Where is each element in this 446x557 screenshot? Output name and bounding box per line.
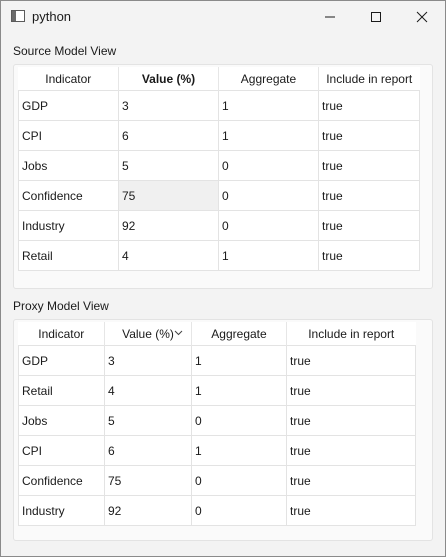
proxy-header-value-label: Value (%) — [122, 326, 174, 341]
close-icon — [416, 11, 428, 23]
table-cell[interactable]: 5 — [104, 405, 192, 436]
chevron-down-icon — [174, 330, 183, 336]
table-row[interactable]: Industry 92 0 true — [18, 210, 420, 241]
table-cell[interactable]: 6 — [118, 120, 219, 151]
minimize-icon — [325, 16, 335, 18]
table-cell[interactable]: true — [318, 210, 420, 241]
table-cell[interactable]: GDP — [18, 90, 119, 121]
proxy-table[interactable]: Indicator Value (%) Aggregate Include in… — [18, 322, 416, 526]
source-header-include[interactable]: Include in report — [318, 67, 420, 91]
table-cell[interactable]: 1 — [218, 240, 319, 271]
source-table[interactable]: Indicator Value (%) Aggregate Include in… — [18, 67, 420, 271]
table-cell[interactable]: true — [318, 120, 420, 151]
window-title: python — [32, 9, 72, 24]
table-cell[interactable]: Confidence — [18, 465, 105, 496]
table-cell[interactable]: true — [318, 150, 420, 181]
proxy-view-panel: Indicator Value (%) Aggregate Include in… — [13, 319, 433, 541]
table-cell[interactable]: 0 — [191, 495, 287, 526]
table-cell[interactable]: 0 — [218, 180, 319, 211]
table-cell[interactable]: 1 — [218, 120, 319, 151]
proxy-header-include[interactable]: Include in report — [286, 322, 416, 346]
table-cell[interactable]: CPI — [18, 435, 105, 466]
app-window: python Source Model View Indicator Value… — [0, 0, 446, 557]
table-cell[interactable]: Jobs — [18, 150, 119, 181]
title-bar[interactable]: python — [1, 1, 445, 33]
table-cell[interactable]: true — [318, 240, 420, 271]
proxy-header-value[interactable]: Value (%) — [104, 322, 192, 346]
table-cell[interactable]: CPI — [18, 120, 119, 151]
source-header-indicator[interactable]: Indicator — [18, 67, 119, 91]
proxy-header-row: Indicator Value (%) Aggregate Include in… — [18, 322, 416, 346]
table-cell[interactable]: 0 — [218, 210, 319, 241]
table-cell[interactable]: 1 — [191, 435, 287, 466]
proxy-view-title: Proxy Model View — [13, 299, 109, 313]
table-cell[interactable]: GDP — [18, 345, 105, 376]
source-header-aggregate[interactable]: Aggregate — [218, 67, 319, 91]
table-cell[interactable]: true — [286, 435, 416, 466]
table-cell[interactable]: true — [286, 375, 416, 406]
table-row[interactable]: GDP 3 1 true — [18, 90, 420, 121]
table-row[interactable]: Confidence 75 0 true — [18, 180, 420, 211]
table-cell[interactable]: Industry — [18, 210, 119, 241]
table-cell[interactable]: true — [318, 180, 420, 211]
table-cell[interactable]: 0 — [191, 465, 287, 496]
minimize-button[interactable] — [307, 1, 353, 33]
table-cell[interactable]: 6 — [104, 435, 192, 466]
source-view-title: Source Model View — [13, 44, 117, 58]
table-cell[interactable]: Jobs — [18, 405, 105, 436]
table-cell[interactable]: true — [286, 405, 416, 436]
table-cell[interactable]: 1 — [191, 375, 287, 406]
table-cell[interactable]: true — [286, 345, 416, 376]
maximize-icon — [371, 12, 381, 22]
table-cell[interactable]: true — [286, 465, 416, 496]
table-cell[interactable]: true — [318, 90, 420, 121]
table-cell[interactable]: 3 — [104, 345, 192, 376]
table-cell[interactable]: 75 — [104, 465, 192, 496]
table-cell[interactable]: Retail — [18, 240, 119, 271]
app-window-icon — [11, 10, 25, 22]
table-row[interactable]: CPI 6 1 true — [18, 120, 420, 151]
table-cell[interactable]: true — [286, 495, 416, 526]
source-view-panel: Indicator Value (%) Aggregate Include in… — [13, 64, 433, 289]
table-row[interactable]: Jobs 5 0 true — [18, 150, 420, 181]
table-cell[interactable]: 0 — [218, 150, 319, 181]
selected-cell[interactable]: 75 — [118, 180, 219, 211]
source-header-row: Indicator Value (%) Aggregate Include in… — [18, 67, 420, 91]
proxy-header-indicator[interactable]: Indicator — [18, 322, 105, 346]
table-cell[interactable]: 4 — [118, 240, 219, 271]
table-row[interactable]: Retail 4 1 true — [18, 375, 416, 406]
table-cell[interactable]: Confidence — [18, 180, 119, 211]
table-cell[interactable]: 0 — [191, 405, 287, 436]
table-cell[interactable]: Retail — [18, 375, 105, 406]
close-button[interactable] — [399, 1, 445, 33]
table-cell[interactable]: 4 — [104, 375, 192, 406]
table-cell[interactable]: 92 — [104, 495, 192, 526]
maximize-button[interactable] — [353, 1, 399, 33]
table-cell[interactable]: 1 — [218, 90, 319, 121]
table-cell[interactable]: 92 — [118, 210, 219, 241]
table-cell[interactable]: 1 — [191, 345, 287, 376]
table-cell[interactable]: 3 — [118, 90, 219, 121]
table-row[interactable]: GDP 3 1 true — [18, 345, 416, 376]
table-row[interactable]: Confidence 75 0 true — [18, 465, 416, 496]
table-row[interactable]: Jobs 5 0 true — [18, 405, 416, 436]
source-header-value[interactable]: Value (%) — [118, 67, 219, 91]
table-row[interactable]: Retail 4 1 true — [18, 240, 420, 271]
table-cell[interactable]: 5 — [118, 150, 219, 181]
table-cell[interactable]: Industry — [18, 495, 105, 526]
table-row[interactable]: CPI 6 1 true — [18, 435, 416, 466]
proxy-header-aggregate[interactable]: Aggregate — [191, 322, 287, 346]
table-row[interactable]: Industry 92 0 true — [18, 495, 416, 526]
